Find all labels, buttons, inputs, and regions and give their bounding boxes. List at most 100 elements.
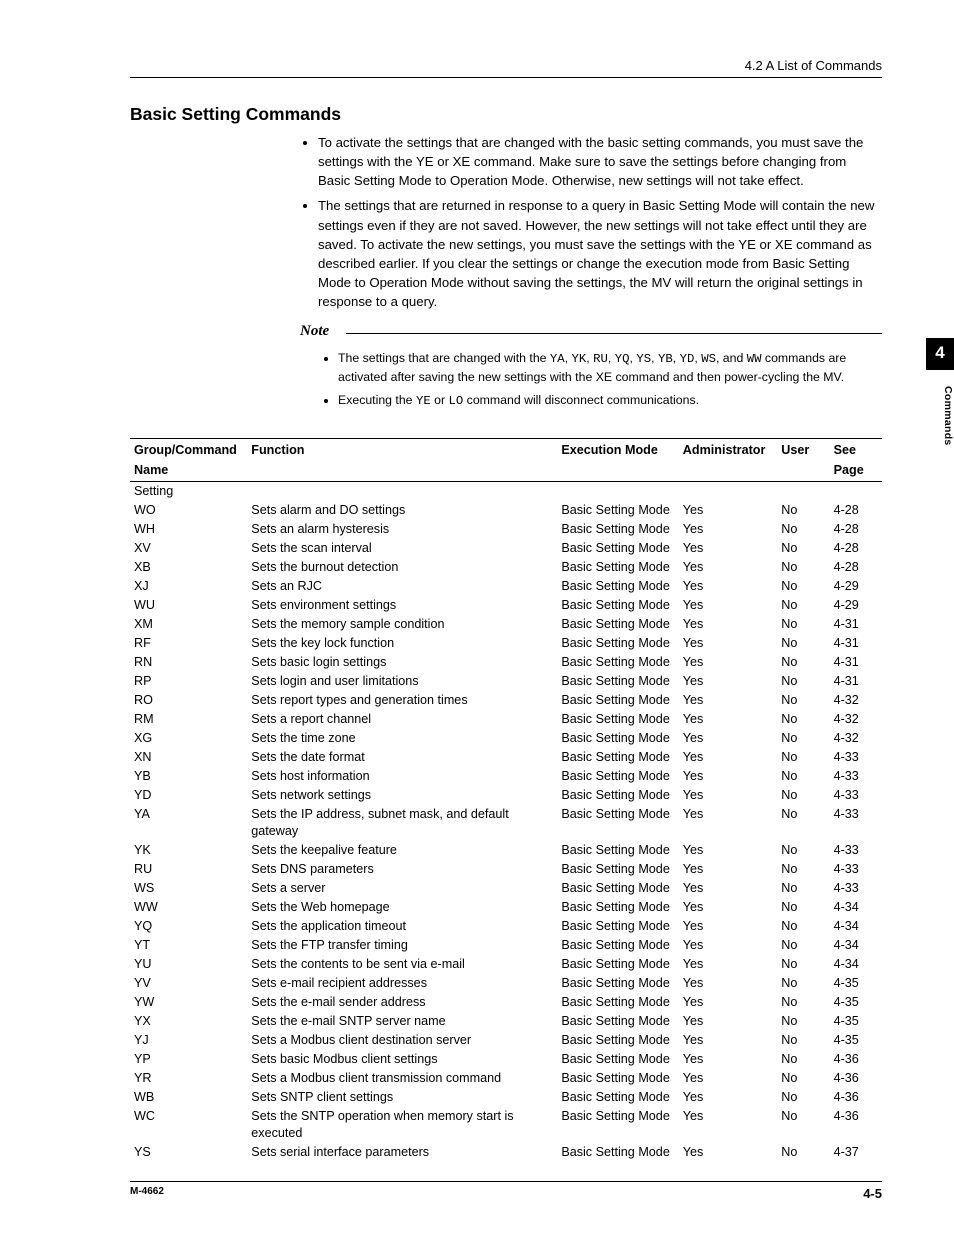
th-page: See — [830, 439, 882, 461]
table-row: XGSets the time zoneBasic Setting ModeYe… — [130, 729, 882, 748]
table-row: WWSets the Web homepageBasic Setting Mod… — [130, 898, 882, 917]
cell-page: 4-33 — [830, 805, 882, 841]
cell-name: YA — [130, 805, 247, 841]
cell-func: Sets the burnout detection — [247, 558, 557, 577]
cell-admin: Yes — [679, 955, 777, 974]
cell-name: XV — [130, 539, 247, 558]
cell-name: RF — [130, 634, 247, 653]
cell-page: 4-34 — [830, 917, 882, 936]
cell-func: Sets a Modbus client transmission comman… — [247, 1069, 557, 1088]
cell-mode: Basic Setting Mode — [557, 955, 678, 974]
cell-admin: Yes — [679, 1088, 777, 1107]
cell-name: WC — [130, 1107, 247, 1143]
cell-admin: Yes — [679, 1107, 777, 1143]
cell-name: YS — [130, 1143, 247, 1162]
cell-name: YR — [130, 1069, 247, 1088]
cell-mode: Basic Setting Mode — [557, 558, 678, 577]
cell-func: Sets the SNTP operation when memory star… — [247, 1107, 557, 1143]
cell-user: No — [777, 748, 829, 767]
chapter-tab: 4 — [926, 338, 954, 370]
cell-mode: Basic Setting Mode — [557, 786, 678, 805]
intro-bullet: The settings that are returned in respon… — [318, 196, 882, 311]
cell-mode: Basic Setting Mode — [557, 672, 678, 691]
th-user: User — [777, 439, 829, 461]
cell-page: 4-32 — [830, 729, 882, 748]
cell-page: 4-33 — [830, 748, 882, 767]
table-row: XMSets the memory sample conditionBasic … — [130, 615, 882, 634]
cell-page: 4-37 — [830, 1143, 882, 1162]
cell-name: YK — [130, 841, 247, 860]
cell-mode: Basic Setting Mode — [557, 748, 678, 767]
cell-name: YD — [130, 786, 247, 805]
intro-bullets: To activate the settings that are change… — [300, 133, 882, 311]
cell-user: No — [777, 596, 829, 615]
table-row: YSSets serial interface parametersBasic … — [130, 1143, 882, 1162]
cell-user: No — [777, 841, 829, 860]
cell-admin: Yes — [679, 577, 777, 596]
cell-mode: Basic Setting Mode — [557, 520, 678, 539]
cell-name: RU — [130, 860, 247, 879]
cell-mode: Basic Setting Mode — [557, 615, 678, 634]
cell-mode: Basic Setting Mode — [557, 710, 678, 729]
cell-func: Sets SNTP client settings — [247, 1088, 557, 1107]
cell-mode: Basic Setting Mode — [557, 860, 678, 879]
cell-admin: Yes — [679, 748, 777, 767]
cell-admin: Yes — [679, 615, 777, 634]
note-heading: Note — [300, 321, 882, 343]
cell-page: 4-35 — [830, 993, 882, 1012]
cell-user: No — [777, 672, 829, 691]
cell-func: Sets host information — [247, 767, 557, 786]
cell-admin: Yes — [679, 805, 777, 841]
table-row: YASets the IP address, subnet mask, and … — [130, 805, 882, 841]
cell-user: No — [777, 558, 829, 577]
cell-page: 4-34 — [830, 936, 882, 955]
cell-admin: Yes — [679, 767, 777, 786]
footer-pagenum: 4-5 — [863, 1186, 882, 1201]
cell-user: No — [777, 729, 829, 748]
cell-func: Sets the FTP transfer timing — [247, 936, 557, 955]
cell-mode: Basic Setting Mode — [557, 974, 678, 993]
group-label: Setting — [130, 482, 247, 502]
cell-page: 4-32 — [830, 710, 882, 729]
cell-mode: Basic Setting Mode — [557, 805, 678, 841]
cell-mode: Basic Setting Mode — [557, 539, 678, 558]
cell-name: XB — [130, 558, 247, 577]
cell-func: Sets network settings — [247, 786, 557, 805]
cell-name: YT — [130, 936, 247, 955]
commands-table: Group/Command Function Execution Mode Ad… — [130, 438, 882, 1162]
cell-func: Sets basic login settings — [247, 653, 557, 672]
cell-page: 4-31 — [830, 615, 882, 634]
cell-func: Sets environment settings — [247, 596, 557, 615]
cell-func: Sets the key lock function — [247, 634, 557, 653]
cell-mode: Basic Setting Mode — [557, 879, 678, 898]
cell-admin: Yes — [679, 1069, 777, 1088]
cell-name: YQ — [130, 917, 247, 936]
cell-admin: Yes — [679, 917, 777, 936]
cell-user: No — [777, 1143, 829, 1162]
th-name: Group/Command — [130, 439, 247, 461]
cell-func: Sets report types and generation times — [247, 691, 557, 710]
cell-user: No — [777, 653, 829, 672]
cell-func: Sets the Web homepage — [247, 898, 557, 917]
cell-user: No — [777, 974, 829, 993]
cell-page: 4-33 — [830, 841, 882, 860]
cell-mode: Basic Setting Mode — [557, 898, 678, 917]
cell-page: 4-28 — [830, 520, 882, 539]
cell-admin: Yes — [679, 558, 777, 577]
table-row: WCSets the SNTP operation when memory st… — [130, 1107, 882, 1143]
cell-admin: Yes — [679, 729, 777, 748]
cell-page: 4-36 — [830, 1088, 882, 1107]
cell-admin: Yes — [679, 691, 777, 710]
note-item-2: Executing the YE or LO command will disc… — [338, 391, 882, 410]
table-head: Group/Command Function Execution Mode Ad… — [130, 439, 882, 482]
cell-name: WO — [130, 501, 247, 520]
cell-func: Sets login and user limitations — [247, 672, 557, 691]
cell-page: 4-33 — [830, 879, 882, 898]
cell-page: 4-34 — [830, 955, 882, 974]
table-row: YQSets the application timeoutBasic Sett… — [130, 917, 882, 936]
table-row: RFSets the key lock functionBasic Settin… — [130, 634, 882, 653]
cell-mode: Basic Setting Mode — [557, 1088, 678, 1107]
cell-admin: Yes — [679, 1031, 777, 1050]
th-page-2: Page — [830, 460, 882, 482]
cell-admin: Yes — [679, 936, 777, 955]
